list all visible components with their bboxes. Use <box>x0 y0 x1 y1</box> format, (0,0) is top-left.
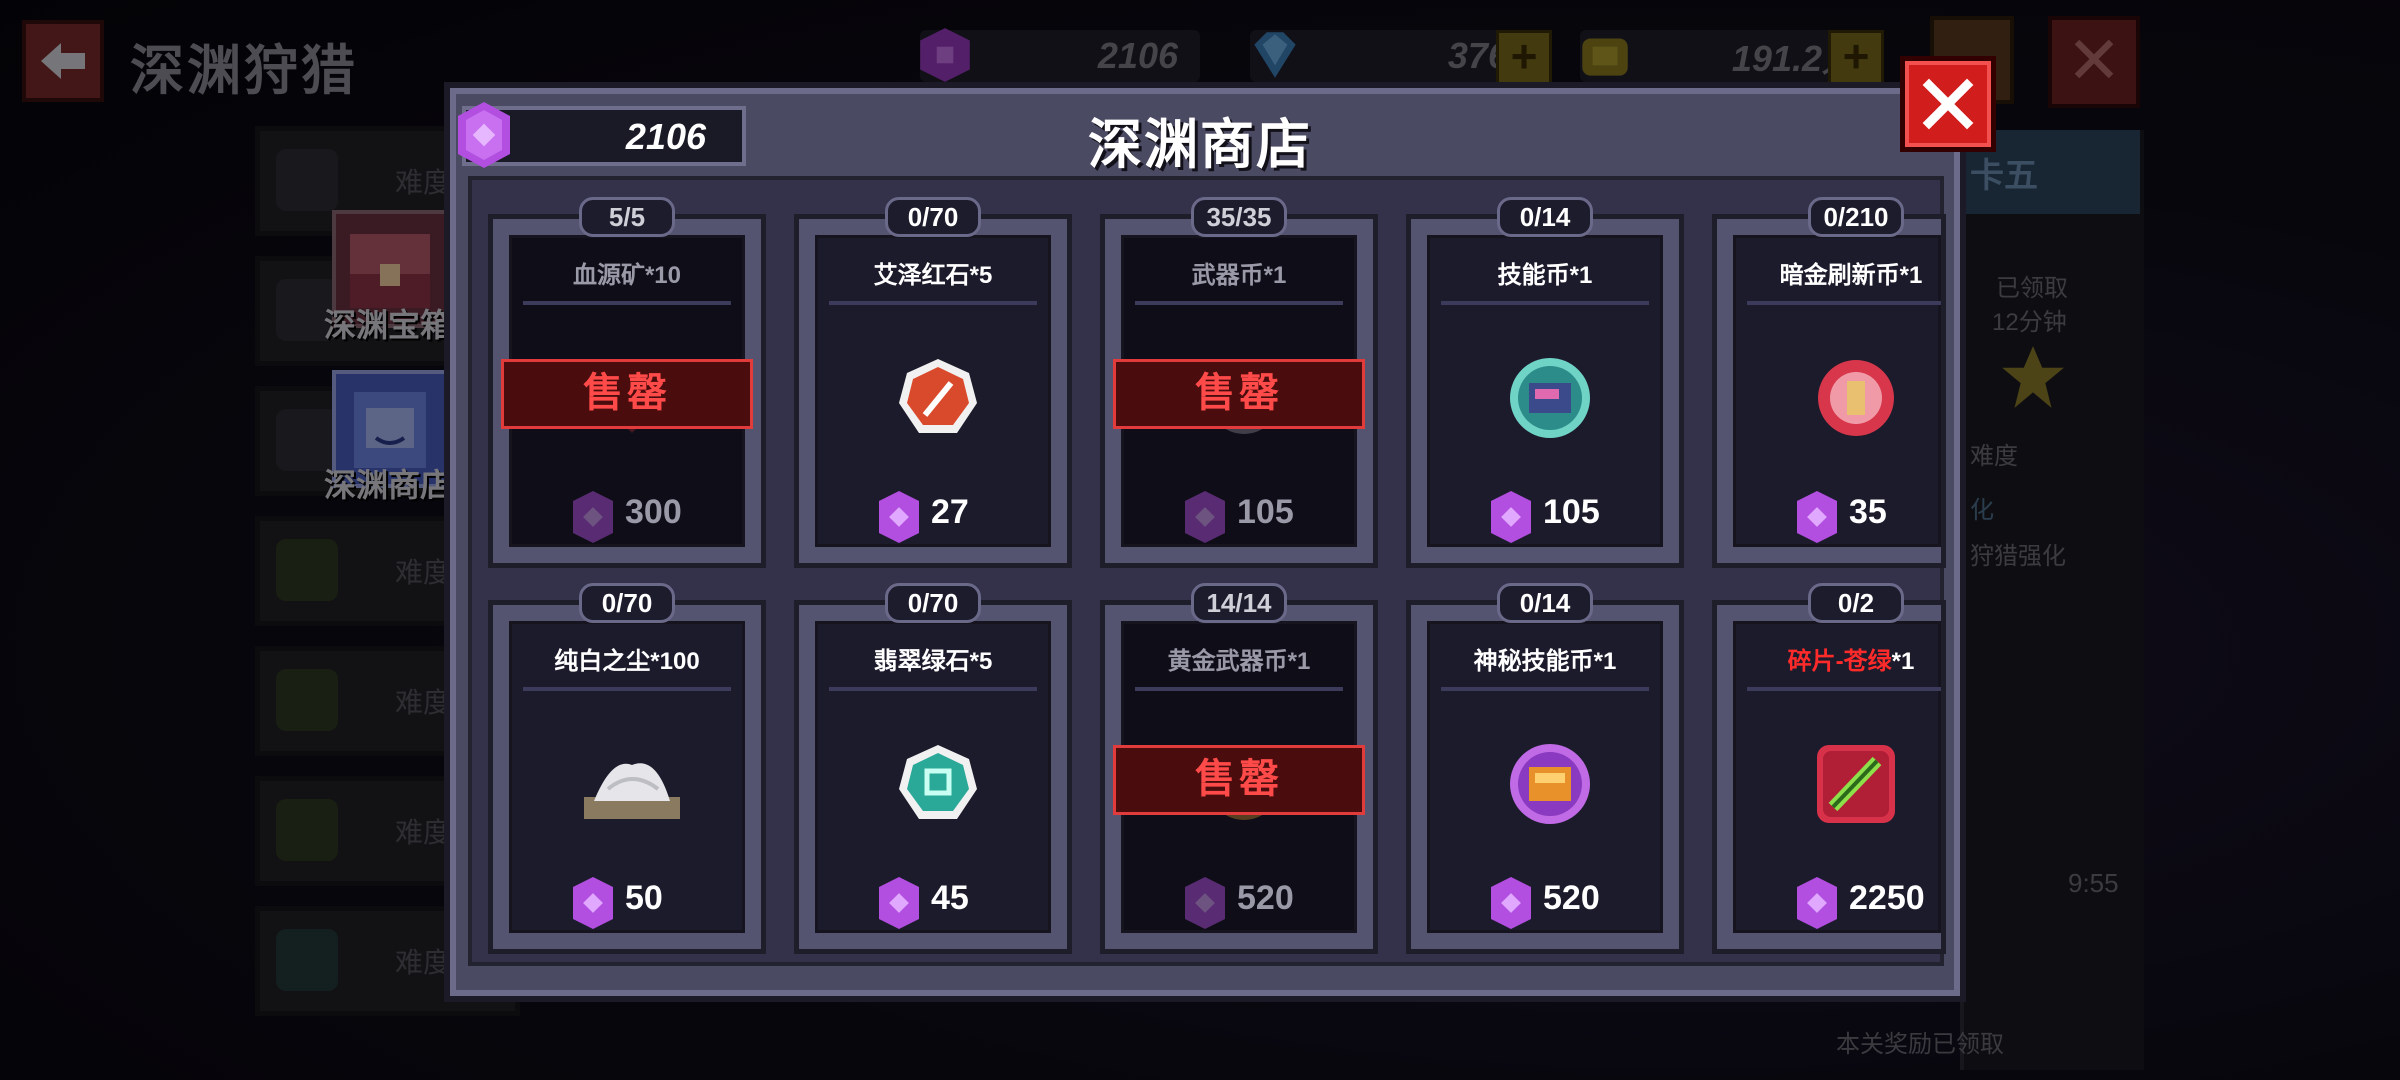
divider <box>829 301 1037 305</box>
soldout-label: 售罄 <box>1113 359 1365 429</box>
purple-gem-icon <box>1797 491 1837 543</box>
purchase-limit-badge: 0/70 <box>885 583 981 623</box>
shop-item-card[interactable]: 0/14 神秘技能币*1 520 <box>1406 583 1684 954</box>
purple-gem-icon <box>1491 877 1531 929</box>
dark-gold-refresh-coin-icon <box>1818 360 1894 436</box>
shop-item-card[interactable]: 0/70 翡翠绿石*5 45 <box>794 583 1072 954</box>
shop-item-card[interactable]: 0/14 技能币*1 105 <box>1406 197 1684 568</box>
item-price: 520 <box>1543 879 1600 917</box>
divider <box>1747 301 1941 305</box>
item-price: 520 <box>1237 879 1294 917</box>
item-price: 45 <box>931 879 969 917</box>
divider <box>1135 301 1343 305</box>
red-stone-icon <box>899 359 977 433</box>
purchase-limit-badge: 14/14 <box>1191 583 1287 623</box>
item-name-suffix: *1 <box>1891 648 1915 675</box>
purple-gem-icon <box>458 102 510 168</box>
item-name: 碎片-苍绿*1 <box>1717 641 1985 676</box>
item-name-red: 碎片-苍绿 <box>1787 648 1892 675</box>
item-price: 2250 <box>1849 879 1925 917</box>
shop-item-card[interactable]: 0/70 艾泽红石*5 27 <box>794 197 1072 568</box>
fragment-green-icon <box>1817 745 1895 823</box>
purple-gem-icon <box>879 491 919 543</box>
purple-gem-icon <box>573 491 613 543</box>
divider <box>1441 301 1649 305</box>
purchase-limit-badge: 5/5 <box>579 197 675 237</box>
purple-gem-icon <box>879 877 919 929</box>
item-price: 50 <box>625 879 663 917</box>
purchase-limit-badge: 0/70 <box>579 583 675 623</box>
shop-title: 深渊商店 <box>1088 115 1312 175</box>
mystery-skill-coin-icon <box>1510 744 1590 824</box>
purchase-limit-badge: 0/2 <box>1808 583 1904 623</box>
purple-gem-icon <box>1797 877 1837 929</box>
item-price: 27 <box>931 493 969 531</box>
purchase-limit-badge: 35/35 <box>1191 197 1287 237</box>
item-price: 300 <box>625 493 682 531</box>
item-name: 暗金刷新币*1 <box>1779 262 1923 289</box>
green-stone-icon <box>899 745 977 819</box>
divider <box>829 687 1037 691</box>
item-name: 翡翠绿石*5 <box>873 648 993 675</box>
item-name: 武器币*1 <box>1191 262 1287 289</box>
close-button[interactable] <box>1900 56 1996 152</box>
item-name: 神秘技能币*1 <box>1473 648 1617 675</box>
white-dust-icon <box>584 763 680 819</box>
item-name: 血源矿*10 <box>572 262 682 289</box>
divider <box>1135 687 1343 691</box>
close-icon <box>1922 78 1974 130</box>
item-price: 35 <box>1849 493 1887 531</box>
skill-coin-icon <box>1510 358 1590 438</box>
shop-item-card[interactable]: 14/14 黄金武器币*1 售罄 520 <box>1100 583 1378 954</box>
purchase-limit-badge: 0/14 <box>1497 583 1593 623</box>
shop-currency-value: 2106 <box>625 116 706 157</box>
divider <box>523 687 731 691</box>
divider <box>1747 687 1941 691</box>
purple-gem-icon <box>573 877 613 929</box>
item-name: 黄金武器币*1 <box>1167 648 1311 675</box>
purple-gem-icon <box>1491 491 1531 543</box>
shop-item-card[interactable]: 0/2 碎片-苍绿*1 2250 <box>1712 583 1946 954</box>
shop-item-card[interactable]: 0/70 纯白之尘*100 50 <box>488 583 766 954</box>
item-name: 艾泽红石*5 <box>873 262 993 289</box>
shop-item-card[interactable]: 0/210 暗金刷新币*1 35 <box>1712 197 1946 568</box>
purchase-limit-badge: 0/70 <box>885 197 981 237</box>
item-price: 105 <box>1543 493 1600 531</box>
purple-gem-icon <box>1185 877 1225 929</box>
item-name: 纯白之尘*100 <box>554 648 700 675</box>
shop-item-card[interactable]: 5/5 血源矿*10 售罄 300 <box>488 197 766 568</box>
soldout-label: 售罄 <box>1113 745 1365 815</box>
purchase-limit-badge: 0/210 <box>1808 197 1904 237</box>
item-price: 105 <box>1237 493 1294 531</box>
purchase-limit-badge: 0/14 <box>1497 197 1593 237</box>
shop-item-card[interactable]: 35/35 武器币*1 售罄 105 <box>1100 197 1378 568</box>
divider <box>1441 687 1649 691</box>
purple-gem-icon <box>1185 491 1225 543</box>
soldout-label: 售罄 <box>501 359 753 429</box>
divider <box>523 301 731 305</box>
item-name: 技能币*1 <box>1497 262 1593 289</box>
